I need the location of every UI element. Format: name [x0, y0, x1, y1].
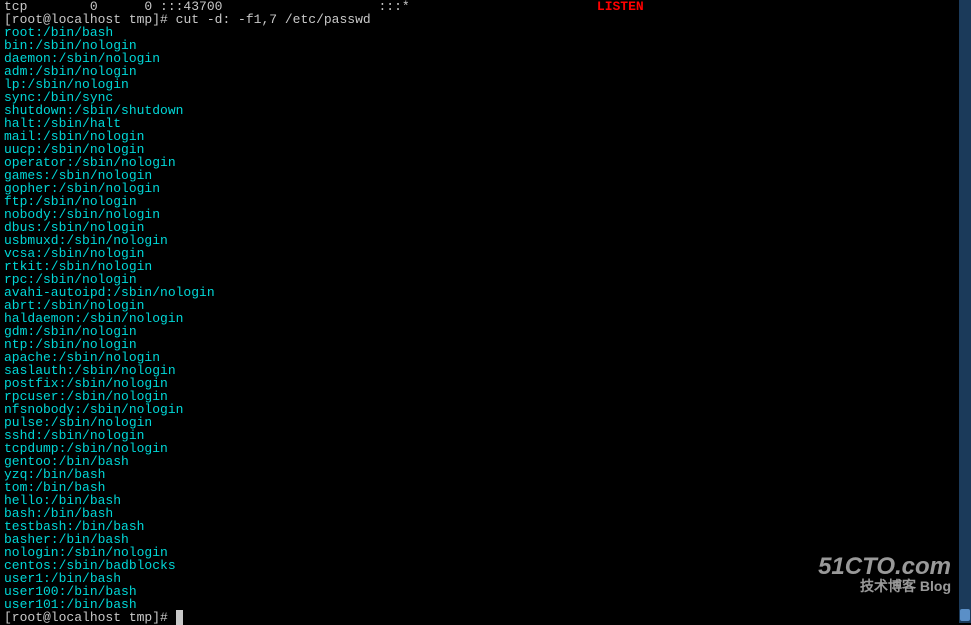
output-line: mail:/sbin/nologin: [4, 130, 967, 143]
output-line: lp:/sbin/nologin: [4, 78, 967, 91]
command-prompt-1: [root@localhost tmp]# cut -d: -f1,7 /etc…: [4, 13, 967, 26]
output-line: tom:/bin/bash: [4, 481, 967, 494]
scrollbar-thumb[interactable]: [960, 609, 970, 621]
output-line: gopher:/sbin/nologin: [4, 182, 967, 195]
output-line: gentoo:/bin/bash: [4, 455, 967, 468]
command-text: cut -d: -f1,7 /etc/passwd: [176, 12, 371, 27]
output-line: pulse:/sbin/nologin: [4, 416, 967, 429]
watermark: 51CTO.com 技术博客 Blog: [811, 555, 951, 615]
watermark-sub: 技术博客 Blog: [811, 579, 951, 593]
watermark-logo: 51CTO.com: [811, 555, 951, 579]
output-line: rtkit:/sbin/nologin: [4, 260, 967, 273]
output-line: adm:/sbin/nologin: [4, 65, 967, 78]
output-line: shutdown:/sbin/shutdown: [4, 104, 967, 117]
listen-state: LISTEN: [597, 0, 644, 14]
output-line: root:/bin/bash: [4, 26, 967, 39]
output-line: bash:/bin/bash: [4, 507, 967, 520]
command-output: root:/bin/bashbin:/sbin/nologindaemon:/s…: [4, 26, 967, 611]
output-line: testbash:/bin/bash: [4, 520, 967, 533]
output-line: nobody:/sbin/nologin: [4, 208, 967, 221]
output-line: usbmuxd:/sbin/nologin: [4, 234, 967, 247]
terminal-window[interactable]: tcp 0 0 :::43700 :::* LISTEN [root@local…: [4, 0, 967, 624]
output-line: haldaemon:/sbin/nologin: [4, 312, 967, 325]
scrollbar[interactable]: [959, 0, 971, 623]
output-line: gdm:/sbin/nologin: [4, 325, 967, 338]
output-line: hello:/bin/bash: [4, 494, 967, 507]
output-line: daemon:/sbin/nologin: [4, 52, 967, 65]
output-line: avahi-autoipd:/sbin/nologin: [4, 286, 967, 299]
output-line: halt:/sbin/halt: [4, 117, 967, 130]
output-line: yzq:/bin/bash: [4, 468, 967, 481]
output-line: tcpdump:/sbin/nologin: [4, 442, 967, 455]
